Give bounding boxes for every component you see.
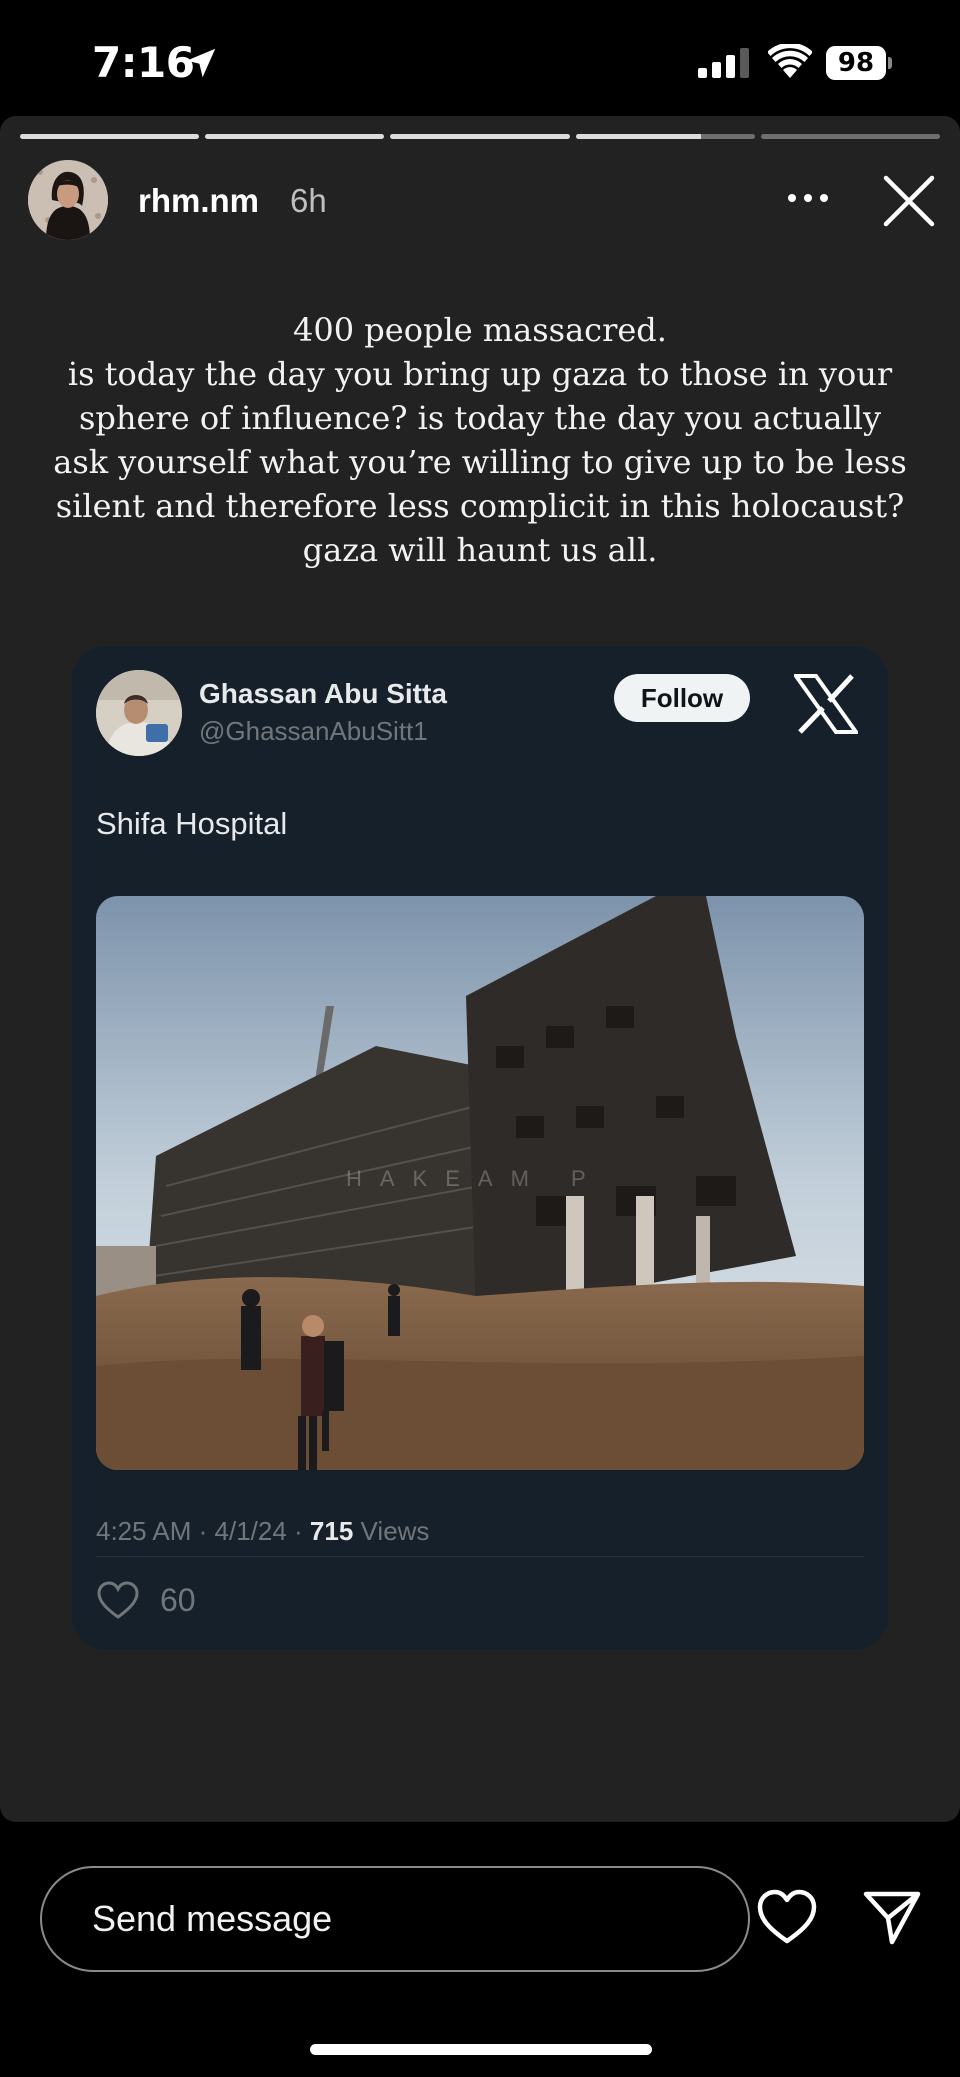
story-card[interactable]: rhm.nm 6h 400 people massacred. is today… [0,116,960,1822]
story-progress [20,134,941,140]
send-message-input[interactable]: Send message [40,1866,750,1972]
send-icon[interactable] [862,1888,922,1946]
story-age: 6h [290,182,327,219]
tweet-avatar [96,670,182,756]
cell-signal-icon [698,48,749,78]
photo-watermark: HAKEAM P [346,1166,604,1191]
tweet-author-name: Ghassan Abu Sitta [199,678,447,709]
follow-button[interactable]: Follow [614,674,750,722]
tweet-divider [96,1556,864,1557]
send-message-placeholder: Send message [92,1898,333,1939]
status-bar: 7:16 98 [0,0,960,120]
progress-segment [205,134,385,139]
more-icon[interactable] [782,176,834,220]
tweet-card[interactable]: Ghassan Abu Sitta @GhassanAbuSitt1 Follo… [72,646,888,1650]
caption-line: sphere of influence? is today the day yo… [78,399,882,437]
story-header: rhm.nm 6h [28,158,938,242]
tweet-views-label: Views [360,1516,430,1546]
tweet-photo[interactable]: HAKEAM P [96,896,864,1470]
tweet-date: 4/1/24 [214,1516,287,1546]
tweet-author-handle: @GhassanAbuSitt1 [199,716,428,746]
tweet-text: Shifa Hospital [96,806,288,841]
caption-line: silent and therefore less complicit in t… [55,487,905,525]
heart-icon[interactable] [756,1888,818,1946]
battery-indicator: 98 [826,46,892,80]
caption-line: is today the day you bring up gaza to th… [67,355,893,393]
story-username[interactable]: rhm.nm [138,182,259,220]
tweet-views-count: 715 [309,1516,354,1546]
location-arrow-icon [186,48,216,78]
status-time: 7:16 [92,38,195,87]
close-icon[interactable] [882,174,936,228]
home-indicator[interactable] [310,2044,652,2055]
tweet-like-count: 60 [160,1582,196,1618]
avatar[interactable] [28,160,108,240]
progress-segment [760,134,941,139]
battery-level: 98 [826,46,886,80]
progress-segment [390,134,570,139]
tweet-time: 4:25 AM [96,1516,192,1546]
progress-segment [20,134,200,139]
tweet-meta: 4:25 AM · 4/1/24 · 715 Views [96,1516,430,1546]
caption-line: ask yourself what you’re willing to give… [53,443,907,481]
caption-line: gaza will haunt us all. [302,531,658,569]
heart-icon[interactable] [96,1580,140,1620]
x-logo-icon [794,674,858,734]
caption-line: 400 people massacred. [293,311,667,349]
progress-segment [575,134,755,139]
wifi-icon [768,44,812,78]
story-caption: 400 people massacred. is today the day y… [40,308,920,572]
